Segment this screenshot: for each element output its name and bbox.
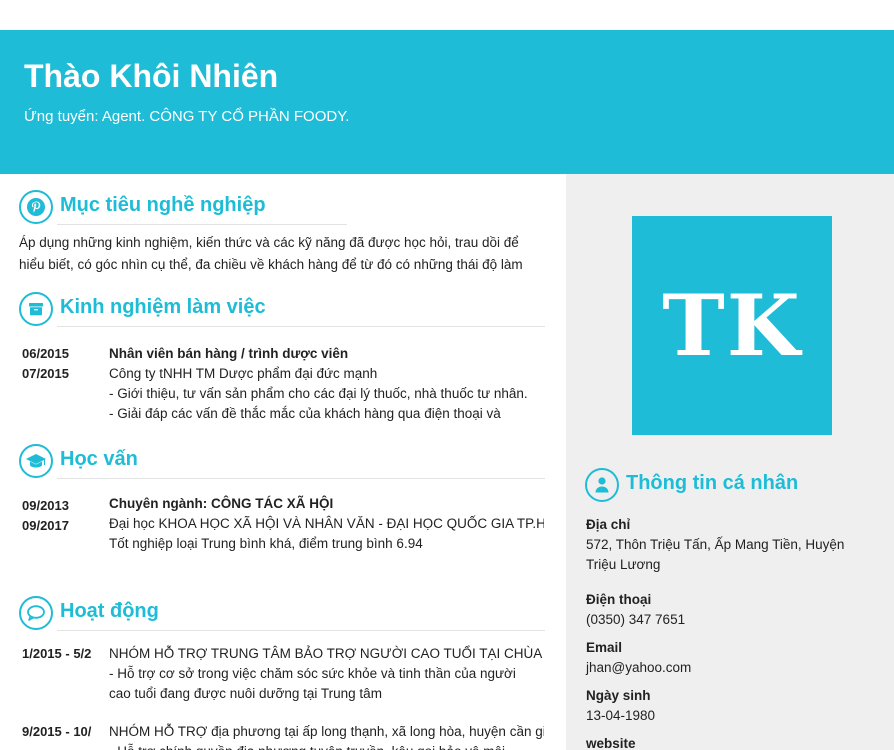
activity-entry: 1/2015 - 5/2 NHÓM HỖ TRỢ TRUNG TÂM BẢO T…	[22, 644, 544, 706]
activities-title: Hoạt động	[60, 600, 159, 622]
education-details: Chuyên ngành: CÔNG TÁC XÃ HỘI Đại học KH…	[109, 494, 544, 554]
avatar-initials: TK	[662, 276, 802, 375]
website-label: website	[586, 736, 636, 750]
user-icon	[585, 468, 619, 502]
education-result: Tốt nghiệp loại Trung bình khá, điểm tru…	[109, 536, 423, 551]
activity-entry: 9/2015 - 10/ NHÓM HỖ TRỢ địa phương tại …	[22, 722, 544, 750]
objective-line: hiểu biết, có góc nhìn cụ thể, đa chiều …	[19, 257, 523, 272]
address-line: 572, Thôn Triệu Tấn, Ấp Mang Tiền, Huyện	[586, 537, 845, 552]
start-date: 09/2013	[22, 498, 69, 513]
objective-section-header: Mục tiêu nghề nghiệp	[19, 190, 549, 226]
activity-desc: - Hỗ trợ chính quyền địa phương tuyên tr…	[109, 742, 544, 750]
end-date: 07/2015	[22, 366, 69, 381]
main-column: Mục tiêu nghề nghiệp Áp dụng những kinh …	[0, 174, 566, 750]
personal-info-title: Thông tin cá nhân	[626, 472, 799, 494]
objective-title: Mục tiêu nghề nghiệp	[60, 194, 266, 216]
sidebar-column: TK Thông tin cá nhân Địa chỉ 572, Thôn T…	[566, 174, 894, 750]
experience-title: Kinh nghiệm làm việc	[60, 296, 266, 318]
activity-details: NHÓM HỖ TRỢ địa phương tại ấp long thạnh…	[109, 722, 544, 750]
company-name: Công ty tNHH TM Dược phẩm đại đức mạnh	[109, 366, 378, 381]
education-section-header: Học vấn	[19, 444, 549, 480]
activity-desc: - Hỗ trợ cơ sở trong việc chăm sóc sức k…	[109, 666, 516, 681]
activity-dates: 1/2015 - 5/2	[22, 646, 92, 661]
avatar: TK	[632, 216, 832, 435]
section-divider	[57, 630, 545, 631]
objective-text: Áp dụng những kinh nghiệm, kiến thức và …	[19, 232, 545, 276]
objective-line: Áp dụng những kinh nghiệm, kiến thức và …	[19, 235, 519, 250]
birthday-value: 13-04-1980	[586, 708, 656, 723]
phone-value: (0350) 347 7651	[586, 612, 686, 627]
candidate-name: Thào Khôi Nhiên	[24, 58, 279, 94]
job-duty: - Giới thiệu, tư vấn sản phẩm cho các đạ…	[109, 386, 528, 401]
activity-title: NHÓM HỖ TRỢ địa phương tại ấp long thạnh…	[109, 724, 544, 739]
archive-box-icon	[19, 292, 53, 326]
address-label: Địa chỉ	[586, 517, 631, 532]
phone-label: Điện thoại	[586, 592, 652, 607]
address-line: Triệu Lương	[586, 557, 661, 572]
activity-desc: cao tuổi đang được nuôi dưỡng tại Trung …	[109, 686, 382, 701]
experience-dates: 06/2015 07/2015	[22, 344, 102, 384]
school-name: Đại học KHOA HỌC XÃ HỘI VÀ NHÂN VĂN - ĐẠ…	[109, 516, 544, 531]
education-dates: 09/2013 09/2017	[22, 496, 102, 536]
email-value: jhan@yahoo.com	[586, 660, 692, 675]
address-value: 572, Thôn Triệu Tấn, Ấp Mang Tiền, Huyện…	[586, 535, 886, 575]
job-position: Nhân viên bán hàng / trình dược viên	[109, 346, 349, 361]
section-divider	[57, 326, 545, 327]
experience-details: Nhân viên bán hàng / trình dược viên Côn…	[109, 344, 544, 424]
education-title: Học vấn	[60, 448, 138, 470]
job-duty: - Giải đáp các vấn đề thắc mắc của khách…	[109, 406, 501, 421]
end-date: 09/2017	[22, 518, 69, 533]
activities-section-header: Hoạt động	[19, 596, 549, 632]
start-date: 06/2015	[22, 346, 69, 361]
experience-entry: 06/2015 07/2015 Nhân viên bán hàng / trì…	[22, 344, 544, 424]
graduation-cap-icon	[19, 444, 53, 478]
birthday-label: Ngày sinh	[586, 688, 651, 703]
experience-section-header: Kinh nghiệm làm việc	[19, 292, 549, 328]
personal-info-header: Thông tin cá nhân	[585, 468, 885, 504]
education-entry: 09/2013 09/2017 Chuyên ngành: CÔNG TÁC X…	[22, 494, 544, 556]
activity-dates: 9/2015 - 10/	[22, 724, 92, 739]
top-margin	[0, 0, 894, 30]
activity-details: NHÓM HỖ TRỢ TRUNG TÂM BẢO TRỢ NGƯỜI CAO …	[109, 644, 544, 704]
chat-bubble-icon	[19, 596, 53, 630]
email-label: Email	[586, 640, 623, 655]
applying-position: Ứng tuyển: Agent. CÔNG TY CỔ PHẦN FOODY.	[24, 108, 350, 125]
activity-title: NHÓM HỖ TRỢ TRUNG TÂM BẢO TRỢ NGƯỜI CAO …	[109, 646, 543, 661]
resume-header: Thào Khôi Nhiên Ứng tuyển: Agent. CÔNG T…	[0, 30, 894, 174]
education-major: Chuyên ngành: CÔNG TÁC XÃ HỘI	[109, 496, 334, 511]
section-divider	[57, 478, 545, 479]
section-divider	[57, 224, 347, 225]
pinterest-icon	[19, 190, 53, 224]
